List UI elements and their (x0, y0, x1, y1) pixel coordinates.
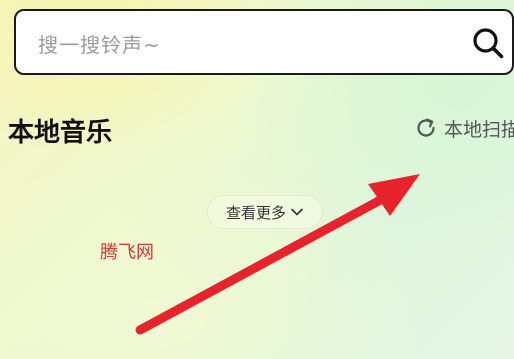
search-input[interactable]: 搜一搜铃声~ (14, 9, 514, 75)
chevron-down-icon (291, 208, 303, 216)
page-title: 本地音乐 (8, 118, 113, 148)
local-scan-button[interactable]: 本地扫描 (414, 114, 514, 142)
view-more-button[interactable]: 查看更多 (207, 195, 324, 229)
view-more-label: 查看更多 (226, 203, 287, 222)
search-icon[interactable] (471, 26, 505, 60)
search-placeholder: 搜一搜铃声~ (38, 33, 161, 57)
watermark-text: 腾飞网 (100, 242, 154, 263)
refresh-icon (417, 118, 435, 137)
local-scan-label: 本地扫描 (444, 118, 514, 141)
